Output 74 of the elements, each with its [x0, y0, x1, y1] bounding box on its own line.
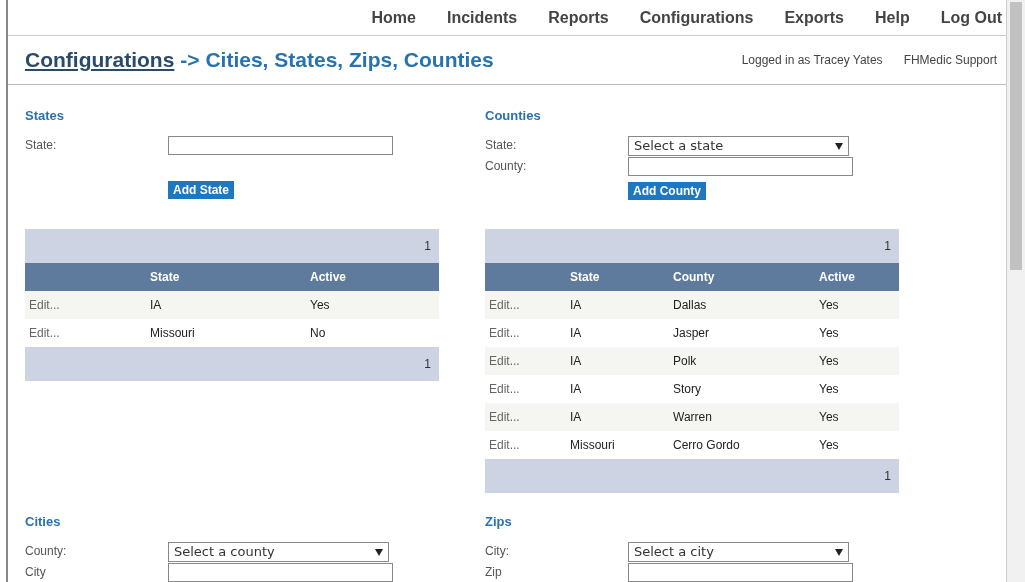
- edit-link[interactable]: Edit...: [25, 324, 146, 342]
- field-label: Zip: [485, 564, 503, 581]
- table-cell-text: Cerro Gordo: [672, 437, 741, 454]
- table-cell-text: Missouri: [569, 437, 616, 454]
- table-cell-text: Polk: [672, 353, 698, 370]
- page-number[interactable]: 1: [424, 237, 431, 255]
- field-label: City:: [485, 543, 510, 560]
- nav-link[interactable]: Help: [875, 5, 910, 30]
- nav-link[interactable]: Log Out: [940, 5, 1002, 30]
- column-header: State: [569, 269, 601, 286]
- table-cell-text: IA: [569, 297, 583, 314]
- edit-link[interactable]: Edit...: [485, 436, 566, 454]
- field-label: City: [25, 564, 47, 581]
- page-title: -> Cities, States, Zips, Counties: [180, 47, 494, 74]
- table-cell-text: Yes: [818, 297, 840, 314]
- caret-icon: [835, 548, 843, 556]
- input-field[interactable]: [628, 157, 853, 176]
- add-button[interactable]: Add County: [628, 182, 706, 200]
- section-title: States: [25, 107, 66, 125]
- breadcrumb-link[interactable]: Configurations: [25, 44, 175, 76]
- field-label: State:: [485, 137, 518, 154]
- dropdown[interactable]: Select a state: [628, 136, 849, 156]
- nav-link[interactable]: Exports: [784, 5, 844, 30]
- table-cell-text: IA: [569, 325, 583, 342]
- table-cell-text: No: [309, 325, 327, 342]
- page-number[interactable]: 1: [424, 355, 431, 373]
- section-title: Cities: [25, 513, 62, 531]
- nav-link[interactable]: Incidents: [447, 5, 518, 30]
- dropdown[interactable]: Select a county: [168, 542, 389, 562]
- table-cell-text: Yes: [818, 437, 840, 454]
- input-field[interactable]: [628, 563, 853, 582]
- field-label: State:: [25, 137, 58, 154]
- input-field[interactable]: [168, 563, 393, 582]
- table-cell-text: Jasper: [672, 325, 711, 342]
- column-header: State: [149, 269, 181, 286]
- column-header: Active: [309, 269, 348, 286]
- table-cell-text: Story: [672, 381, 702, 398]
- dropdown[interactable]: Select a city: [628, 542, 849, 562]
- column-header: County: [672, 269, 716, 286]
- input-field[interactable]: [168, 136, 393, 155]
- table-cell-text: Yes: [309, 297, 331, 314]
- edit-link[interactable]: Edit...: [485, 352, 566, 370]
- table-cell-text: Yes: [818, 353, 840, 370]
- table-cell-text: Missouri: [149, 325, 196, 342]
- field-label: County:: [485, 158, 528, 175]
- column-header: Active: [818, 269, 857, 286]
- table-cell-text: Warren: [672, 409, 713, 426]
- table-cell-text: IA: [569, 353, 583, 370]
- caret-icon: [835, 142, 843, 150]
- user-label: Logged in as Tracey Yates: [741, 52, 883, 69]
- table-cell-text: Yes: [818, 381, 840, 398]
- add-button[interactable]: Add State: [168, 181, 234, 199]
- table-cell-text: Dallas: [672, 297, 708, 314]
- section-title: Zips: [485, 513, 513, 531]
- table-cell-text: IA: [569, 381, 583, 398]
- scrollbar[interactable]: [1007, 0, 1025, 582]
- nav-link[interactable]: Configurations: [639, 5, 754, 30]
- nav-link[interactable]: Reports: [548, 5, 609, 30]
- page-number[interactable]: 1: [884, 237, 891, 255]
- table-cell-text: Yes: [818, 409, 840, 426]
- table-cell-text: Yes: [818, 325, 840, 342]
- edit-link[interactable]: Edit...: [25, 296, 146, 314]
- edit-link[interactable]: Edit...: [485, 380, 566, 398]
- nav-link[interactable]: Home: [371, 5, 416, 30]
- edit-link[interactable]: Edit...: [485, 324, 566, 342]
- org-label: FHMedic Support: [903, 52, 997, 69]
- field-label: County:: [25, 543, 68, 560]
- edit-link[interactable]: Edit...: [485, 296, 566, 314]
- page-number[interactable]: 1: [884, 467, 891, 485]
- section-title: Counties: [485, 107, 542, 125]
- caret-icon: [375, 548, 383, 556]
- table-cell-text: IA: [149, 297, 163, 314]
- table-cell-text: IA: [569, 409, 583, 426]
- edit-link[interactable]: Edit...: [485, 408, 566, 426]
